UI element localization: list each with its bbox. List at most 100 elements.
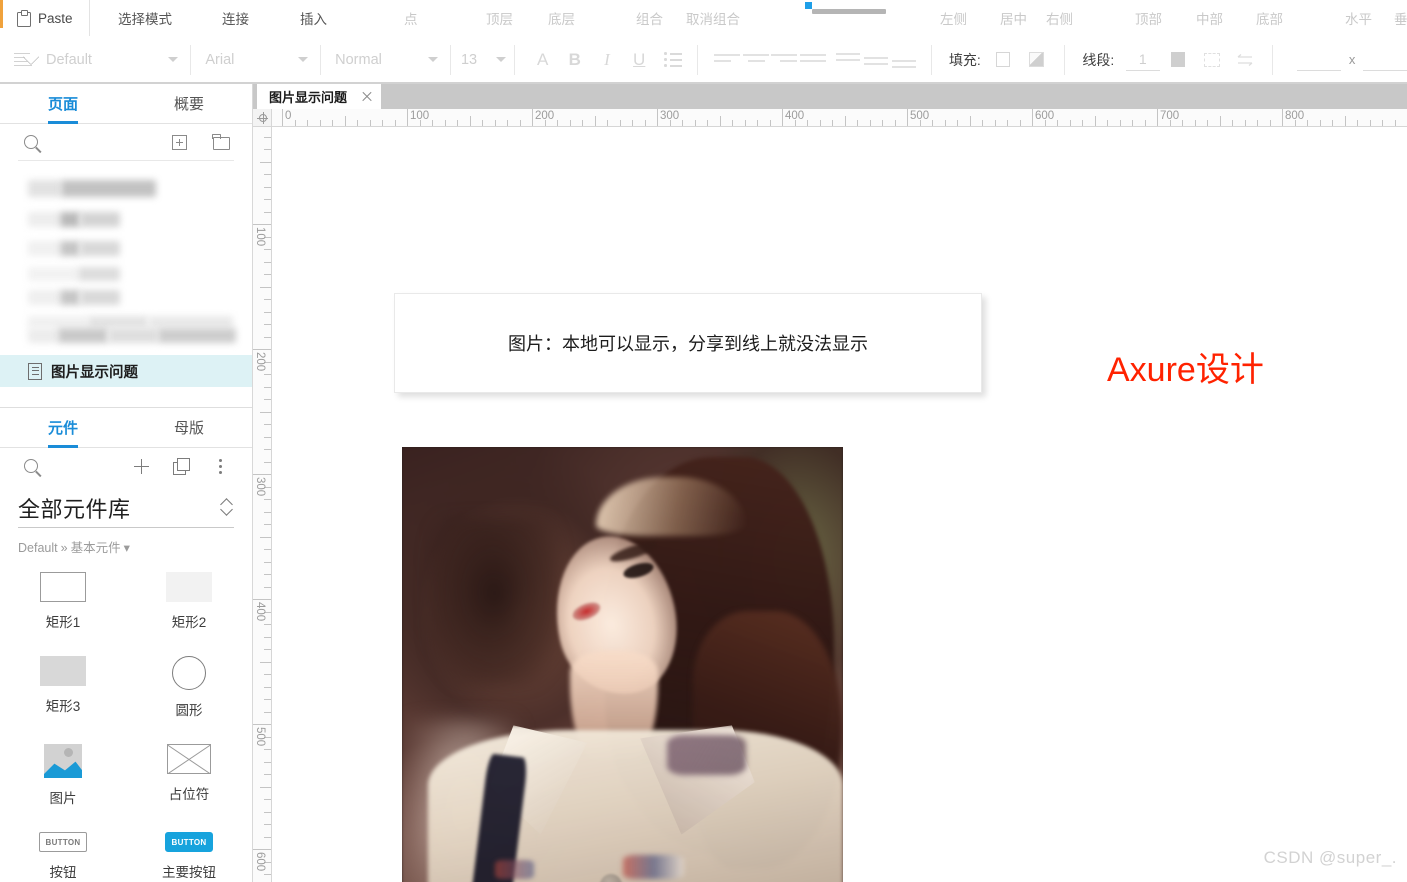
duplicate-library-button[interactable] <box>168 453 194 479</box>
fill-color-swatch[interactable] <box>995 52 1011 67</box>
align-right-button[interactable] <box>770 36 798 83</box>
style-select[interactable]: Default <box>0 36 190 83</box>
tab-pages[interactable]: 页面 <box>0 84 126 123</box>
bullet-list-button[interactable] <box>659 36 687 83</box>
toolbar-item-align-bottom[interactable]: 底部 <box>1256 0 1283 36</box>
add-library-button[interactable] <box>128 453 154 479</box>
toolbar-item-group[interactable]: 组合 <box>636 0 663 36</box>
ruler-tick <box>264 761 271 763</box>
tab-outline[interactable]: 概要 <box>126 84 252 123</box>
vertical-ruler[interactable]: 100 200 300 400 500 600 <box>253 127 272 882</box>
toolbar-item-align-top[interactable]: 顶部 <box>1135 0 1162 36</box>
library-selector[interactable]: 全部元件库 <box>0 484 252 528</box>
widget-rectangle-1[interactable]: 矩形1 <box>0 572 126 631</box>
ruler-tick <box>357 120 358 126</box>
font-weight-value: Normal <box>335 51 382 68</box>
toolbar-item-select-mode[interactable]: 选择模式 <box>118 0 172 36</box>
height-input[interactable] <box>1363 49 1407 71</box>
library-search-button[interactable] <box>18 453 44 479</box>
ruler-tick <box>469 116 471 126</box>
toolbar-item-connect[interactable]: 连接 <box>222 0 249 36</box>
horizontal-ruler[interactable]: 0 100 200 300 400 500 600 700 800 <box>272 109 1407 127</box>
fill-gradient-swatch[interactable] <box>1029 52 1044 67</box>
valign-top-button[interactable] <box>834 36 862 83</box>
ruler-tick <box>264 249 271 250</box>
line-label: 线段: <box>1082 51 1115 68</box>
ruler-tick <box>1019 120 1021 126</box>
align-justify-button[interactable] <box>798 36 826 83</box>
page-tree-item-selected[interactable]: 图片显示问题 <box>0 355 252 387</box>
toolbar-item-align-left[interactable]: 左侧 <box>940 0 967 36</box>
font-size-select[interactable]: 13 <box>451 36 514 83</box>
ruler-origin-button[interactable] <box>253 109 272 127</box>
bold-button[interactable]: B <box>561 36 589 83</box>
toolbar-item-send-to-back[interactable]: 底层 <box>548 0 575 36</box>
width-input[interactable] <box>1297 49 1341 71</box>
line-color-swatch[interactable] <box>1171 52 1186 67</box>
ruler-tick <box>519 120 521 126</box>
tab-widgets[interactable]: 元件 <box>0 408 126 447</box>
ruler-tick <box>264 374 271 375</box>
align-left-button[interactable] <box>713 36 741 83</box>
ruler-tick <box>757 120 758 126</box>
italic-button[interactable]: I <box>593 36 621 83</box>
ruler-tick <box>264 574 271 575</box>
font-family-select[interactable]: Arial <box>191 36 320 83</box>
photo-widget[interactable] <box>402 447 843 882</box>
toolbar-item-insert[interactable]: 插入 <box>300 0 327 36</box>
align-left-icon <box>714 53 741 67</box>
toolbar-item-ungroup[interactable]: 取消组合 <box>686 0 740 36</box>
breadcrumb[interactable]: Default» 基本元件 ▾ <box>0 528 252 556</box>
toolbar-item-align-right[interactable]: 右侧 <box>1046 0 1073 36</box>
font-weight-select[interactable]: Normal <box>321 36 450 83</box>
widget-primary-button[interactable]: BUTTON 主要按钮 <box>126 832 252 881</box>
toolbar-item-distribute-horizontal[interactable]: 水平 <box>1345 0 1372 36</box>
toolbar-item-align-middle[interactable]: 中部 <box>1196 0 1223 36</box>
line-width-input[interactable]: 1 <box>1125 49 1160 71</box>
search-icon <box>24 135 38 149</box>
page-tree: 图片显示问题 <box>0 160 252 387</box>
page-tree-redacted-list[interactable] <box>0 168 252 351</box>
ruler-tick <box>882 120 883 126</box>
note-textbox-widget[interactable]: 图片：本地可以显示，分享到线上就没法显示 <box>394 293 982 393</box>
toolbar-item-bring-to-front[interactable]: 顶层 <box>486 0 513 36</box>
toolbar-item-label: 垂直 <box>1394 12 1407 27</box>
library-name: 全部元件库 <box>18 497 131 522</box>
widget-image[interactable]: 图片 <box>0 744 126 807</box>
line-style-swatch[interactable] <box>1204 52 1220 67</box>
underline-button[interactable]: U <box>625 36 653 83</box>
primary-button-icon: BUTTON <box>165 832 213 852</box>
widget-button[interactable]: BUTTON 按钮 <box>0 832 126 881</box>
font-color-button[interactable]: A <box>528 36 556 83</box>
ruler-tick <box>264 699 271 700</box>
close-icon[interactable] <box>361 91 373 103</box>
widget-circle[interactable]: 圆形 <box>126 656 252 719</box>
ruler-tick <box>957 120 958 126</box>
paste-button[interactable]: Paste <box>0 0 90 36</box>
widget-placeholder[interactable]: 占位符 <box>126 744 252 807</box>
valign-bottom-button[interactable] <box>891 36 919 83</box>
ruler-tick <box>264 311 271 313</box>
ruler-label: 400 <box>785 110 805 122</box>
align-center-button[interactable] <box>742 36 770 83</box>
redacted-chip <box>28 316 88 328</box>
ruler-tick <box>1069 120 1071 126</box>
tab-masters[interactable]: 母版 <box>126 408 252 447</box>
canvas-tab[interactable]: 图片显示问题 <box>257 84 382 109</box>
pages-search-button[interactable] <box>18 129 44 155</box>
canvas-body[interactable]: 图片：本地可以显示，分享到线上就没法显示 Axure设计 CSDN @super… <box>272 127 1407 882</box>
add-folder-button[interactable] <box>208 129 234 155</box>
library-more-button[interactable] <box>208 453 234 479</box>
add-page-button[interactable] <box>166 129 192 155</box>
valign-middle-button[interactable] <box>863 36 891 83</box>
red-title-widget[interactable]: Axure设计 <box>1107 342 1264 391</box>
widget-rectangle-2[interactable]: 矩形2 <box>126 572 252 631</box>
toolbar-item-align-center[interactable]: 居中 <box>1000 0 1027 36</box>
widget-label: 图片 <box>49 791 77 806</box>
arrow-style-icon[interactable] <box>1235 53 1255 67</box>
widget-rectangle-3[interactable]: 矩形3 <box>0 656 126 719</box>
toolbar-item-point[interactable]: 点 <box>404 0 418 36</box>
widget-label: 圆形 <box>175 703 203 718</box>
ruler-tick <box>264 811 271 813</box>
toolbar-item-distribute-vertical[interactable]: 垂直 <box>1394 0 1407 36</box>
